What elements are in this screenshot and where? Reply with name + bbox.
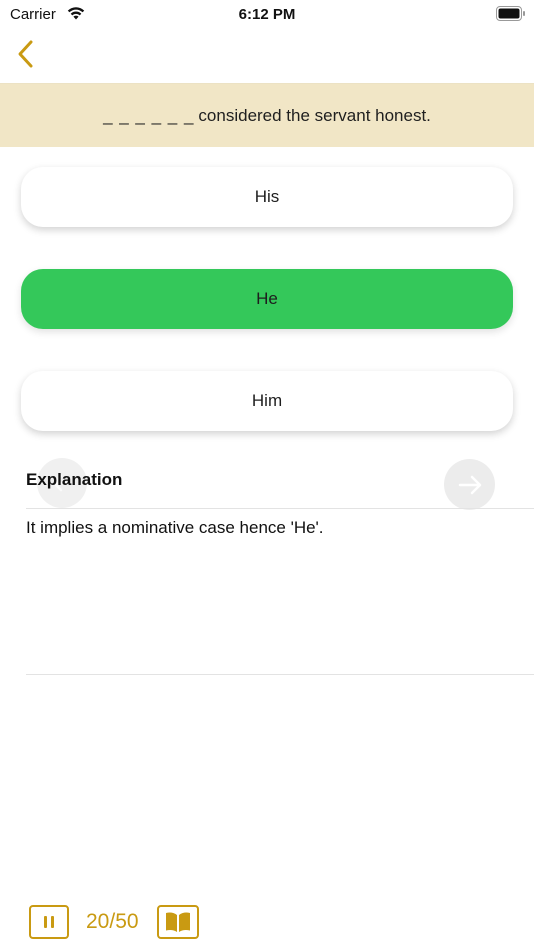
question-blank: _ _ _ _ _ _: [103, 105, 195, 125]
option-he-correct[interactable]: He: [21, 269, 513, 329]
status-bar: Carrier 6:12 PM: [0, 0, 534, 30]
next-button[interactable]: [444, 459, 495, 510]
option-label: He: [256, 289, 278, 308]
battery-icon: [496, 6, 525, 21]
book-button[interactable]: [157, 905, 199, 939]
pause-button[interactable]: [29, 905, 69, 939]
option-label: Him: [251, 391, 283, 410]
question-text: considered the servant honest.: [198, 105, 431, 125]
explanation-divider-top: [26, 508, 534, 509]
pause-icon-bar: [44, 916, 47, 928]
explanation-divider-bottom: [26, 674, 534, 675]
explanation-text: It implies a nominative case hence 'He'.: [26, 518, 324, 537]
option-label: His: [254, 187, 280, 206]
back-button[interactable]: [14, 39, 38, 69]
question-counter: 20/50: [86, 910, 139, 933]
pause-icon-bar: [51, 916, 54, 928]
explanation-title: Explanation: [26, 470, 123, 489]
bottom-toolbar: 20/50: [0, 900, 534, 944]
clock: 6:12 PM: [238, 6, 296, 23]
option-his[interactable]: His: [21, 167, 513, 227]
question-prompt: _ _ _ _ _ _ considered the servant hones…: [0, 83, 534, 147]
chevron-left-icon: [18, 40, 33, 68]
book-icon: [166, 912, 190, 932]
arrow-right-icon: [458, 475, 481, 494]
option-him[interactable]: Him: [21, 371, 513, 431]
